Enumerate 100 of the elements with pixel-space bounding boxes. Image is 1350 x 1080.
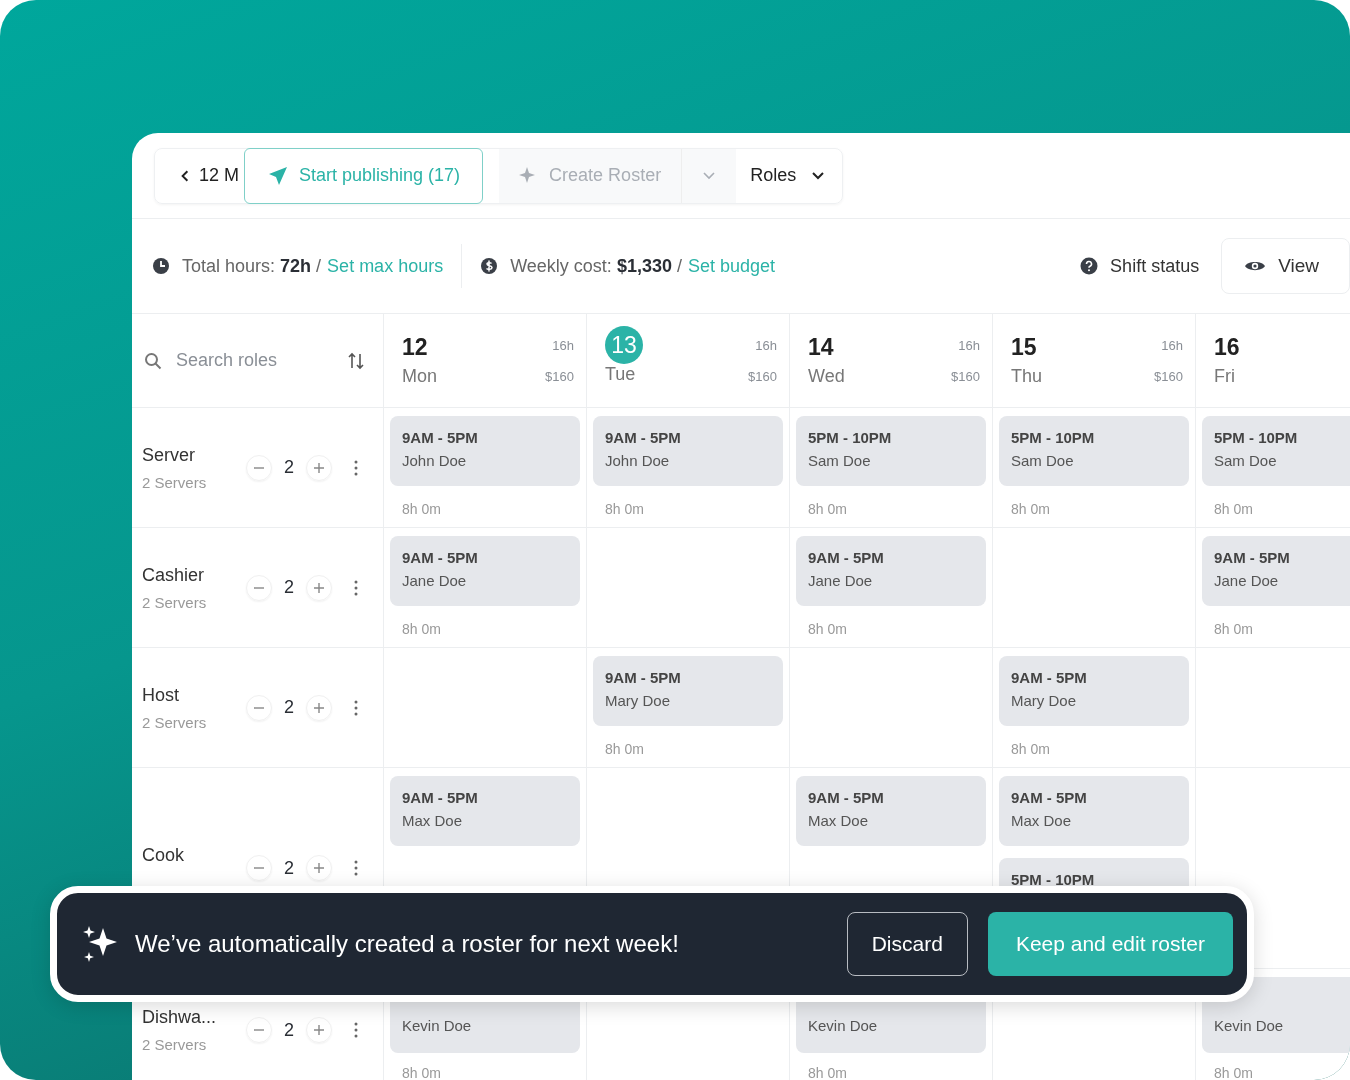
day-date[interactable]: 12: [402, 330, 437, 364]
day-name: Mon: [402, 366, 437, 387]
shift-employee: Jane Doe: [808, 572, 874, 589]
shift-card[interactable]: 9AM - 5PM Jane Doe: [390, 536, 580, 606]
shift-card[interactable]: 5PM - 10PM Sam Doe: [1202, 416, 1350, 486]
shift-card[interactable]: Kevin Doe: [1202, 977, 1350, 1053]
clock-icon: [152, 257, 170, 275]
minus-icon: [254, 586, 264, 589]
stat-text: Weekly cost: $1,330 /: [510, 255, 682, 277]
shift-card[interactable]: 9AM - 5PM Max Doe: [999, 776, 1189, 846]
sort-icon[interactable]: [347, 351, 365, 370]
shift-duration: 8h 0m: [807, 1065, 848, 1080]
role-name: Server: [142, 444, 196, 466]
shift-employee: Kevin Doe: [1214, 1017, 1285, 1034]
shift-card[interactable]: 9AM - 5PM John Doe: [593, 416, 783, 486]
day-name: Fri: [1214, 366, 1236, 387]
day-date[interactable]: 15: [1011, 330, 1043, 364]
shift-time: 9AM - 5PM: [1011, 789, 1088, 806]
more-icon[interactable]: [354, 579, 358, 596]
roles-dropdown[interactable]: Roles: [736, 148, 843, 203]
role-name: Host: [142, 684, 180, 706]
shift-duration: 8h 0m: [1010, 741, 1051, 759]
view-button[interactable]: View: [1221, 238, 1350, 294]
shift-time: 9AM - 5PM: [402, 429, 479, 446]
shift-time: 9AM - 5PM: [605, 669, 682, 686]
role-name: Cashier: [142, 564, 206, 586]
shift-duration: 8h 0m: [807, 501, 848, 519]
shift-time: 5PM - 10PM: [808, 429, 893, 446]
role-count: 2: [283, 577, 295, 598]
plus-icon: [314, 1025, 324, 1035]
day-cost: $160: [748, 369, 777, 384]
toast-message: We’ve automatically created a roster for next week!: [135, 930, 680, 958]
shift-duration: 8h 0m: [401, 501, 442, 519]
shift-time: 5PM - 10PM: [1011, 871, 1096, 888]
shift-employee: Jane Doe: [1214, 572, 1280, 589]
day-cost: $160: [951, 369, 980, 384]
role-name: Cook: [142, 845, 186, 866]
stat-text: Total hours: 72h /: [182, 255, 322, 277]
shift-duration: 8h 0m: [604, 741, 645, 759]
shift-employee: John Doe: [605, 452, 671, 469]
minus-icon: [254, 1029, 264, 1031]
shift-card[interactable]: 5PM - 10PM Sam Doe: [796, 416, 986, 486]
more-icon[interactable]: [354, 699, 358, 716]
caret-icon: [812, 171, 825, 180]
shift-time: 5PM - 10PM: [1011, 429, 1096, 446]
shift-card[interactable]: 9AM - 5PM John Doe: [390, 416, 580, 486]
role-subtitle: 2 Servers: [142, 713, 208, 731]
shift-time: 9AM - 5PM: [402, 789, 479, 806]
shift-card[interactable]: 5PM - 10PM Sam Doe: [999, 416, 1189, 486]
shift-duration: 8h 0m: [401, 621, 442, 639]
shift-duration: 8h 0m: [604, 501, 645, 519]
more-icon[interactable]: [354, 860, 358, 876]
role-count: 2: [283, 697, 295, 718]
role-name: Dishwa...: [142, 1007, 218, 1028]
shift-card[interactable]: 9AM - 5PM Jane Doe: [1202, 536, 1350, 606]
shift-duration: 8h 0m: [807, 621, 848, 639]
more-icon[interactable]: [354, 1022, 358, 1038]
day-hours: 16h: [958, 338, 980, 353]
plus-icon: [314, 462, 324, 473]
shift-employee: Kevin Doe: [402, 1017, 473, 1034]
plus-icon: [314, 702, 324, 713]
shift-card[interactable]: 9AM - 5PM Mary Doe: [593, 656, 783, 726]
discard-button[interactable]: Discard: [846, 912, 968, 976]
day-hours: 16h: [1161, 338, 1183, 353]
shift-time: 9AM - 5PM: [402, 549, 479, 566]
shift-duration: 8h 0m: [1213, 621, 1254, 639]
eye-icon: [1244, 259, 1267, 273]
more-icon[interactable]: [354, 459, 358, 476]
role-subtitle: 2 Servers: [142, 1036, 208, 1053]
shift-employee: Sam Doe: [808, 452, 872, 469]
day-date[interactable]: 16: [1214, 330, 1240, 364]
plus-icon: [314, 863, 324, 873]
shift-status-label[interactable]: Shift status: [1110, 255, 1200, 277]
day-hours: 16h: [755, 338, 777, 353]
dollar-icon: [480, 257, 499, 275]
shift-employee: Mary Doe: [1011, 692, 1078, 709]
shift-card[interactable]: 9AM - 5PM Mary Doe: [999, 656, 1189, 726]
day-name: Tue: [605, 364, 637, 385]
shift-time: 9AM - 5PM: [1214, 549, 1291, 566]
shift-employee: Kevin Doe: [808, 1017, 879, 1034]
role-count: 2: [283, 457, 295, 478]
shift-time: 5PM - 10PM: [1214, 429, 1299, 446]
caret-icon: [703, 171, 716, 180]
day-cost: $160: [545, 369, 574, 384]
minus-icon: [254, 466, 264, 469]
shift-employee: Mary Doe: [605, 692, 672, 709]
shift-time: 9AM - 5PM: [808, 789, 885, 806]
shift-card[interactable]: 9AM - 5PM Max Doe: [796, 776, 986, 846]
shift-employee: John Doe: [402, 452, 468, 469]
shift-employee: Sam Doe: [1011, 452, 1075, 469]
shift-duration: 8h 0m: [401, 1065, 442, 1080]
shift-card[interactable]: 9AM - 5PM Jane Doe: [796, 536, 986, 606]
shift-card[interactable]: 9AM - 5PM Max Doe: [390, 776, 580, 846]
day-date[interactable]: 14: [808, 330, 845, 364]
day-cost: $160: [1154, 369, 1183, 384]
send-icon: [267, 164, 289, 187]
minus-icon: [254, 706, 264, 709]
shift-employee: Max Doe: [402, 812, 464, 829]
role-count: 2: [283, 1019, 295, 1041]
role-count: 2: [283, 857, 295, 879]
